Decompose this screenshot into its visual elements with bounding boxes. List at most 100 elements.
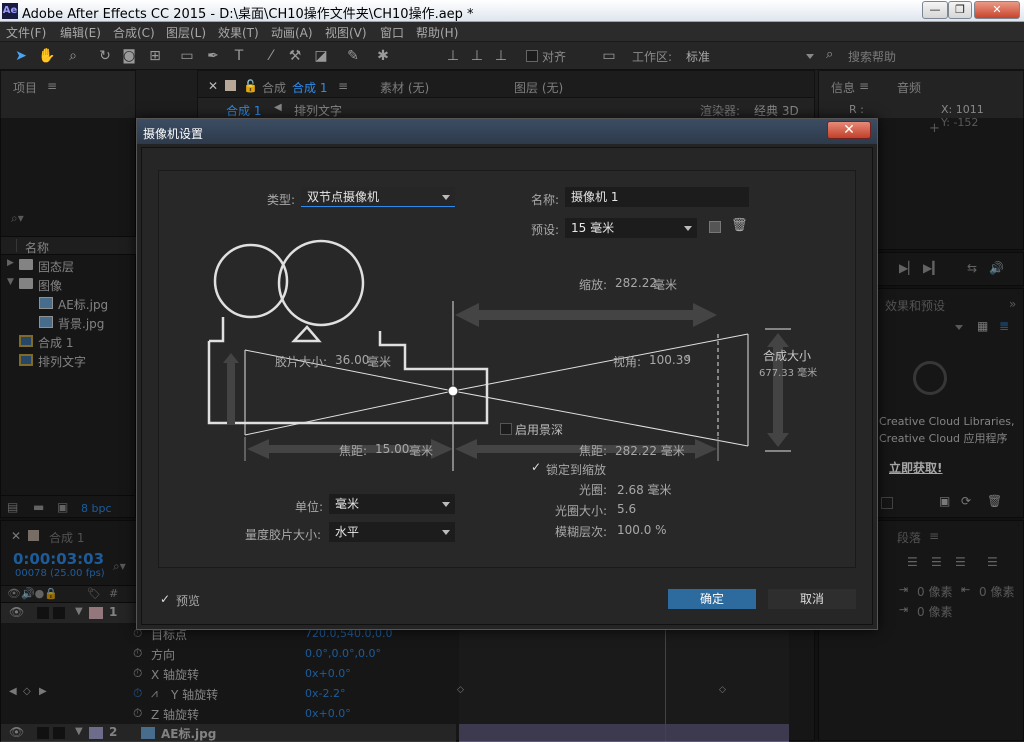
tab-footage[interactable]: 素材 (无) bbox=[380, 79, 429, 96]
dropdown-arrow-icon bbox=[442, 195, 450, 200]
measure-film-label: 量度胶片大小: bbox=[245, 528, 322, 542]
dialog-titlebar: 摄像机设置 ✕ bbox=[137, 119, 877, 144]
film-size-value[interactable]: 36.00 bbox=[335, 353, 369, 367]
menu-composition[interactable]: 合成(C) bbox=[113, 24, 155, 41]
roto-brush-tool-icon[interactable]: ✎ bbox=[344, 47, 362, 65]
eraser-tool-icon[interactable]: ◪ bbox=[312, 47, 330, 65]
text-tool-icon[interactable]: T bbox=[230, 47, 248, 65]
aperture-label: 光圈: bbox=[579, 483, 608, 497]
world-axis-icon[interactable]: ⊥ bbox=[468, 47, 486, 65]
cancel-button[interactable]: 取消 bbox=[768, 589, 856, 609]
pan-behind-tool-icon[interactable]: ⊞ bbox=[146, 47, 164, 65]
dropdown-arrow-icon bbox=[442, 530, 450, 535]
workspace-icon: ▭ bbox=[602, 48, 616, 64]
comp-size-value: 677.33 毫米 bbox=[759, 368, 818, 379]
tools-bar: ➤ ✋ ⌕ ↻ ◙ ⊞ ▭ ✒ T ⁄ ⚒ ◪ ✎ ✱ ⊥ ⊥ ⊥ 对齐 ▭ 工… bbox=[0, 42, 1024, 70]
ok-button[interactable]: 确定 bbox=[668, 589, 756, 609]
menu-view[interactable]: 视图(V) bbox=[325, 24, 367, 41]
lock-icon[interactable]: 🔓 bbox=[243, 79, 258, 93]
focal-length-value[interactable]: 15.00 bbox=[375, 442, 409, 456]
camera-name-label: 名称: bbox=[531, 193, 560, 207]
zoom-tool-icon[interactable]: ⌕ bbox=[64, 47, 82, 65]
blur-level-value[interactable]: 100.0 % bbox=[617, 523, 667, 537]
info-r-label: R : bbox=[849, 103, 864, 116]
rotate-tool-icon[interactable]: ↻ bbox=[96, 47, 114, 65]
breadcrumb-arrow-icon: ◀ bbox=[274, 102, 282, 113]
close-comp-tab-icon[interactable]: ✕ bbox=[208, 79, 218, 93]
enable-dof-checkbox[interactable] bbox=[500, 423, 512, 435]
info-panel-menu-icon[interactable]: ≡ bbox=[859, 79, 869, 93]
camera-type-label: 类型: bbox=[267, 193, 296, 207]
window-titlebar: Ae Adobe After Effects CC 2015 - D:\桌面\C… bbox=[0, 0, 1024, 22]
brush-tool-icon[interactable]: ⁄ bbox=[262, 47, 280, 65]
menu-layer[interactable]: 图层(L) bbox=[166, 24, 206, 41]
tab-audio[interactable]: 音频 bbox=[897, 79, 921, 96]
hand-tool-icon[interactable]: ✋ bbox=[38, 47, 56, 65]
camera-name-value: 摄像机 1 bbox=[571, 190, 619, 204]
breadcrumb-text-arrange[interactable]: 排列文字 bbox=[294, 102, 342, 119]
snapping-checkbox[interactable] bbox=[526, 50, 538, 62]
zoom-unit: 毫米 bbox=[653, 278, 678, 292]
units-dropdown[interactable]: 毫米 bbox=[329, 494, 455, 514]
workspace-select[interactable]: 标准 bbox=[686, 48, 710, 65]
menu-effect[interactable]: 效果(T) bbox=[218, 24, 259, 41]
rectangle-tool-icon[interactable]: ▭ bbox=[178, 47, 196, 65]
angle-label: 视角: bbox=[613, 355, 642, 369]
selection-tool-icon[interactable]: ➤ bbox=[12, 47, 30, 65]
tab-info[interactable]: 信息 bbox=[831, 79, 855, 96]
zoom-label: 缩放: bbox=[579, 278, 608, 292]
puppet-pin-tool-icon[interactable]: ✱ bbox=[374, 47, 392, 65]
snapping-label: 对齐 bbox=[542, 50, 567, 64]
focal-length-arrows bbox=[244, 437, 719, 461]
aperture-value[interactable]: 2.68 毫米 bbox=[617, 481, 672, 498]
measure-film-value: 水平 bbox=[335, 525, 360, 539]
comp-label-swatch bbox=[225, 80, 236, 91]
tab-composition[interactable]: 合成 1 bbox=[292, 79, 327, 96]
local-axis-icon[interactable]: ⊥ bbox=[444, 47, 462, 65]
renderer-value[interactable]: 经典 3D bbox=[754, 102, 799, 119]
close-window-button[interactable]: ✕ bbox=[974, 1, 1020, 19]
comp-size-label: 合成大小 bbox=[763, 349, 812, 363]
maximize-button[interactable]: ❐ bbox=[948, 1, 972, 19]
measure-film-dropdown[interactable]: 水平 bbox=[329, 522, 455, 542]
breadcrumb-comp1[interactable]: 合成 1 bbox=[226, 102, 261, 119]
menu-bar: 文件(F) 编辑(E) 合成(C) 图层(L) 效果(T) 动画(A) 视图(V… bbox=[0, 22, 1024, 42]
comp-panel-menu-icon[interactable]: ≡ bbox=[338, 79, 348, 93]
tab-layer[interactable]: 图层 (无) bbox=[514, 79, 563, 96]
minimize-button[interactable]: — bbox=[922, 1, 948, 19]
dropdown-arrow-icon bbox=[442, 502, 450, 507]
dialog-title: 摄像机设置 bbox=[143, 127, 204, 141]
enable-dof-label: 启用景深 bbox=[515, 423, 564, 437]
camera-settings-group: 类型: 双节点摄像机 名称: 摄像机 1 预设: 15 毫米 🗑 缩放: 282… bbox=[158, 170, 856, 568]
menu-window[interactable]: 窗口 bbox=[380, 24, 404, 41]
zoom-value[interactable]: 282.22 bbox=[615, 276, 657, 290]
angle-unit: ° bbox=[685, 353, 691, 367]
window-title: Adobe After Effects CC 2015 - D:\桌面\CH10… bbox=[22, 7, 474, 22]
menu-edit[interactable]: 编辑(E) bbox=[60, 24, 101, 41]
menu-help[interactable]: 帮助(H) bbox=[416, 24, 458, 41]
preview-checkbox[interactable]: ✓ bbox=[160, 592, 170, 606]
film-size-label: 胶片大小: bbox=[275, 355, 328, 369]
workspace-dropdown-arrow-icon[interactable] bbox=[806, 54, 814, 59]
workspace-label: 工作区: bbox=[632, 50, 673, 64]
fstop-value[interactable]: 5.6 bbox=[617, 502, 636, 516]
renderer-label: 渲染器: bbox=[700, 104, 741, 118]
units-label: 单位: bbox=[295, 500, 324, 514]
clone-stamp-tool-icon[interactable]: ⚒ bbox=[286, 47, 304, 65]
dialog-close-button[interactable]: ✕ bbox=[827, 121, 871, 139]
after-effects-app-icon: Ae bbox=[2, 3, 18, 19]
menu-file[interactable]: 文件(F) bbox=[6, 24, 46, 41]
view-axis-icon[interactable]: ⊥ bbox=[492, 47, 510, 65]
camera-type-dropdown[interactable]: 双节点摄像机 bbox=[301, 187, 455, 207]
project-panel-menu-icon[interactable]: ≡ bbox=[47, 79, 57, 93]
camera-tool-icon[interactable]: ◙ bbox=[120, 47, 138, 65]
pen-tool-icon[interactable]: ✒ bbox=[204, 47, 222, 65]
search-help-input[interactable]: 搜索帮助 bbox=[848, 48, 896, 65]
focus-distance-value[interactable]: 282.22 毫米 bbox=[615, 442, 685, 459]
project-tab[interactable]: 项目 bbox=[13, 79, 37, 96]
camera-name-input[interactable]: 摄像机 1 bbox=[565, 187, 749, 207]
menu-animation[interactable]: 动画(A) bbox=[271, 24, 313, 41]
lock-to-zoom-checkbox[interactable]: ✓ bbox=[531, 461, 543, 473]
info-x-value: X: 1011 bbox=[941, 103, 984, 116]
film-size-unit: 毫米 bbox=[367, 355, 392, 369]
